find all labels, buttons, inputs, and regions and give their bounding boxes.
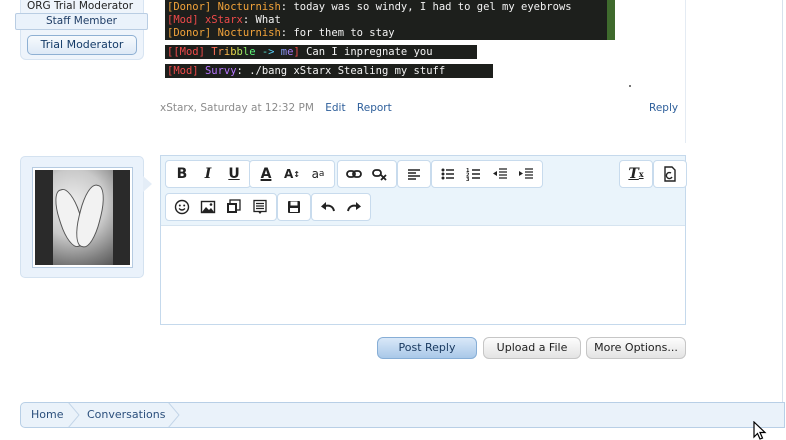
breadcrumb-conversations[interactable]: Conversations [87, 403, 165, 427]
align-group [397, 160, 431, 188]
breadcrumb-home[interactable]: Home [31, 403, 63, 427]
editor-toolbar: B I U A A ↕ aa 123 Tx [161, 156, 687, 226]
font-size-button[interactable]: A ↕ [279, 162, 305, 186]
history-group [311, 193, 371, 221]
unlink-icon[interactable] [367, 162, 393, 186]
chat-line: [Donor] Nocturnish: today was so windy, … [167, 1, 572, 13]
bullet-list-icon[interactable] [435, 162, 461, 186]
media-icon[interactable] [221, 195, 247, 219]
link-icon[interactable] [341, 162, 367, 186]
trial-moderator-badge: Trial Moderator [27, 35, 137, 55]
italic-button[interactable]: I [195, 162, 221, 186]
font-group: A A ↕ aa [249, 160, 335, 188]
save-draft-icon[interactable] [281, 195, 307, 219]
mouse-cursor-icon [753, 421, 767, 440]
switch-mode-icon[interactable] [657, 162, 683, 186]
quote-icon[interactable] [247, 195, 273, 219]
outdent-icon[interactable] [487, 162, 513, 186]
breadcrumb-separator-icon [168, 403, 180, 427]
font-family-button[interactable]: aa [305, 162, 331, 186]
redo-icon[interactable] [341, 195, 367, 219]
staff-member-badge: Staff Member [15, 13, 148, 30]
avatar-pointer [143, 176, 152, 192]
page-border [782, 0, 783, 404]
edit-link[interactable]: Edit [325, 102, 345, 114]
text-style-group: B I U [165, 160, 251, 188]
remove-format-group: Tx [619, 160, 653, 188]
indent-icon[interactable] [513, 162, 539, 186]
post-reply-button[interactable]: Post Reply [377, 337, 477, 359]
list-group: 123 [431, 160, 543, 188]
current-user-avatar-panel [20, 156, 144, 278]
avatar[interactable] [32, 167, 133, 268]
message-editor[interactable]: B I U A A ↕ aa 123 Tx [160, 155, 687, 325]
breadcrumb: Home Conversations [20, 402, 785, 428]
user-title: ORG Trial Moderator [27, 0, 134, 12]
report-link[interactable]: Report [357, 102, 392, 114]
font-color-button[interactable]: A [253, 162, 279, 186]
message-meta: xStarx, Saturday at 12:32 PM Edit Report [160, 102, 392, 114]
message-divider [685, 0, 686, 143]
bold-button[interactable]: B [169, 162, 195, 186]
link-group [337, 160, 397, 188]
dot-mark [629, 85, 631, 87]
underline-button[interactable]: U [221, 162, 247, 186]
more-options-button[interactable]: More Options... [586, 337, 686, 359]
breadcrumb-separator-icon [68, 403, 80, 427]
align-left-icon[interactable] [401, 162, 427, 186]
chat-line: [Donor] Nocturnish: for them to stay [167, 27, 395, 39]
avatar-image [35, 170, 130, 265]
chat-screenshot-strip: [Mod] Survy: ./bang xStarx Stealing my s… [165, 64, 493, 78]
numbered-list-icon[interactable]: 123 [461, 162, 487, 186]
svg-text:3: 3 [466, 177, 470, 182]
chat-screenshot-strip: [[Mod] Tribble -> me] Can I inpregnate y… [165, 45, 477, 59]
smiley-icon[interactable] [169, 195, 195, 219]
upload-file-button[interactable]: Upload a File [483, 337, 581, 359]
draft-group [277, 193, 311, 221]
reply-link[interactable]: Reply [649, 102, 678, 114]
undo-icon[interactable] [315, 195, 341, 219]
source-mode-group [653, 160, 687, 188]
insert-group [165, 193, 277, 221]
chat-line: [Mod] xStarx: What [167, 14, 281, 26]
image-icon[interactable] [195, 195, 221, 219]
chat-screenshot-image: [Donor] Nocturnish: today was so windy, … [165, 0, 615, 40]
remove-formatting-button[interactable]: Tx [623, 162, 649, 186]
author-timestamp: xStarx, Saturday at 12:32 PM [160, 102, 314, 114]
